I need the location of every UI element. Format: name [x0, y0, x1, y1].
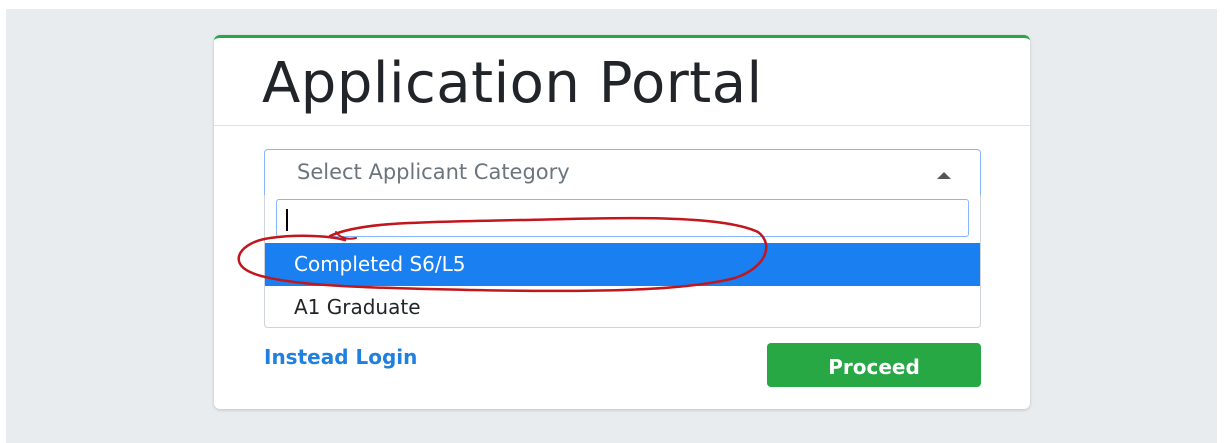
instead-login-link[interactable]: Instead Login: [264, 345, 417, 369]
select-placeholder: Select Applicant Category: [297, 160, 570, 184]
category-dropdown: Completed S6/L5 A1 Graduate: [264, 195, 981, 328]
caret-up-icon[interactable]: [937, 172, 951, 179]
dropdown-search-input[interactable]: [276, 199, 969, 237]
page-title: Application Portal: [262, 51, 763, 116]
text-cursor: [286, 209, 288, 231]
applicant-category-select[interactable]: Select Applicant Category: [264, 149, 981, 195]
option-completed-s6-l5[interactable]: Completed S6/L5: [265, 243, 980, 286]
title-divider: [214, 125, 1030, 126]
option-a1-graduate[interactable]: A1 Graduate: [265, 286, 980, 329]
portal-card: Application Portal Select Applicant Cate…: [214, 35, 1030, 409]
proceed-button[interactable]: Proceed: [767, 343, 981, 387]
